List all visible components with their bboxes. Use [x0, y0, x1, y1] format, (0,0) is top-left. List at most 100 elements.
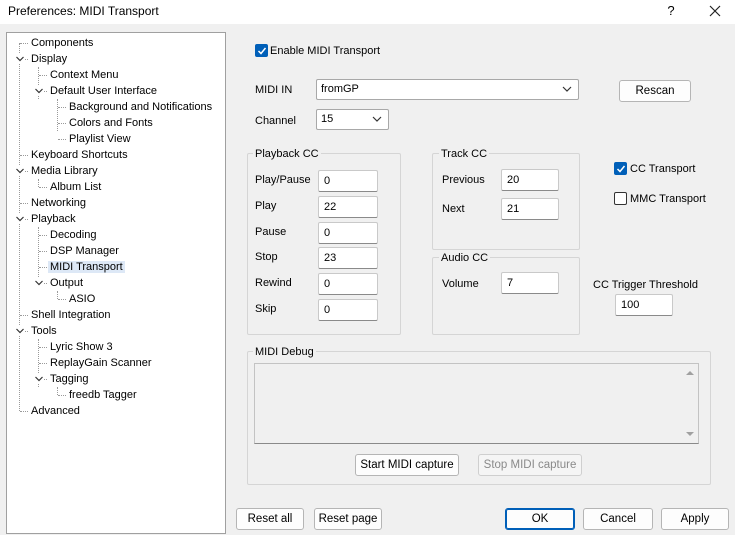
scroll-up-icon[interactable]	[682, 366, 698, 380]
tree-item[interactable]: ReplayGain Scanner	[48, 355, 154, 371]
tree-item-label: Media Library	[31, 165, 98, 177]
playback-cc-field[interactable]: 22	[318, 196, 378, 218]
chevron-down-icon[interactable]	[34, 374, 44, 384]
tree-connector	[58, 139, 66, 140]
cc-transport-label[interactable]: CC Transport	[630, 161, 695, 177]
help-button[interactable]: ?	[659, 0, 683, 22]
tree-connector	[57, 99, 58, 131]
enable-midi-label[interactable]: Enable MIDI Transport	[270, 43, 380, 59]
tree-item[interactable]: Context Menu	[48, 67, 120, 83]
tree-item-label: Advanced	[31, 405, 80, 417]
threshold-field[interactable]: 100	[615, 294, 673, 316]
playback-cc-label: Rewind	[255, 277, 292, 289]
track-next-label: Next	[442, 203, 465, 215]
playback-cc-field[interactable]: 0	[318, 170, 378, 192]
volume-field[interactable]: 7	[501, 272, 559, 294]
tree-item[interactable]: Decoding	[48, 227, 98, 243]
chevron-down-icon[interactable]	[15, 54, 25, 64]
start-capture-button[interactable]: Start MIDI capture	[355, 454, 459, 476]
tree-connector	[39, 75, 47, 76]
playback-cc-label: Play/Pause	[255, 174, 311, 186]
audio-cc-title: Audio CC	[439, 251, 491, 265]
cancel-button[interactable]: Cancel	[583, 508, 653, 530]
playback-cc-label: Pause	[255, 226, 287, 238]
playback-cc-field[interactable]: 0	[318, 299, 378, 321]
tree-item[interactable]: freedb Tagger	[67, 387, 139, 403]
preferences-tree[interactable]: Components Display Context Menu Default Use…	[6, 32, 226, 534]
debug-scrollbar[interactable]	[682, 364, 698, 443]
tree-item[interactable]: Media Library	[29, 163, 100, 179]
tree-item-label: Playback	[31, 213, 76, 225]
tree-item[interactable]: Background and Notifications	[67, 99, 214, 115]
tree-item-label: Shell Integration	[31, 309, 111, 321]
tree-connector	[58, 107, 66, 108]
midi-in-label: MIDI IN	[255, 84, 293, 96]
tree-item[interactable]: Playback	[29, 211, 78, 227]
tree-item[interactable]: Shell Integration	[29, 307, 113, 323]
playback-cc-field[interactable]: 0	[318, 222, 378, 244]
tree-item-label: freedb Tagger	[69, 389, 137, 401]
chevron-down-icon[interactable]	[15, 326, 25, 336]
tree-item[interactable]: Display	[29, 51, 69, 67]
ok-button[interactable]: OK	[505, 508, 575, 530]
tree-connector	[39, 363, 47, 364]
tree-item[interactable]: Output	[48, 275, 85, 291]
tree-item-label: Album List	[50, 181, 102, 193]
tree-item-label: Playlist View	[69, 133, 131, 145]
tree-connector	[57, 291, 58, 299]
chevron-down-icon[interactable]	[34, 86, 44, 96]
tree-item-label: Context Menu	[50, 69, 119, 81]
tree-connector	[58, 395, 66, 396]
tree-item[interactable]: Advanced	[29, 403, 82, 419]
tree-item-label: Tagging	[50, 373, 89, 385]
tree-item[interactable]: DSP Manager	[48, 243, 121, 259]
reset-all-button[interactable]: Reset all	[236, 508, 304, 530]
midi-debug-log[interactable]	[254, 363, 699, 444]
tree-item[interactable]: Album List	[48, 179, 103, 195]
close-button[interactable]	[701, 0, 729, 22]
channel-label: Channel	[255, 115, 296, 127]
tree-item[interactable]: Tools	[29, 323, 59, 339]
chevron-down-icon[interactable]	[34, 278, 44, 288]
reset-page-button[interactable]: Reset page	[314, 508, 382, 530]
midi-in-select[interactable]: fromGP	[316, 79, 579, 100]
tree-item[interactable]: Keyboard Shortcuts	[29, 147, 130, 163]
track-previous-field[interactable]: 20	[501, 169, 559, 191]
mmc-transport-checkbox[interactable]	[614, 192, 627, 205]
tree-item[interactable]: Networking	[29, 195, 88, 211]
close-icon	[709, 5, 721, 17]
cc-transport-checkbox[interactable]	[614, 162, 627, 175]
rescan-button[interactable]: Rescan	[619, 80, 691, 102]
channel-select[interactable]: 15	[316, 109, 389, 130]
chevron-down-icon[interactable]	[15, 214, 25, 224]
tree-item[interactable]: Tagging	[48, 371, 91, 387]
tree-item[interactable]: Colors and Fonts	[67, 115, 155, 131]
enable-midi-checkbox[interactable]	[255, 44, 268, 57]
track-next-field[interactable]: 21	[501, 198, 559, 220]
tree-item[interactable]: Default User Interface	[48, 83, 159, 99]
scroll-down-icon[interactable]	[682, 427, 698, 441]
tree-item-label: Display	[31, 53, 68, 65]
tree-connector	[39, 267, 47, 268]
tree-item[interactable]: Playlist View	[67, 131, 133, 147]
tree-item-label: Colors and Fonts	[69, 117, 153, 129]
tree-item[interactable]: Lyric Show 3	[48, 339, 115, 355]
mmc-transport-label[interactable]: MMC Transport	[630, 191, 706, 207]
midi-debug-title: MIDI Debug	[253, 345, 316, 359]
chevron-down-icon	[562, 86, 572, 92]
tree-connector	[58, 299, 66, 300]
tree-item-label: MIDI Transport	[48, 261, 125, 273]
tree-connector	[20, 203, 28, 204]
playback-cc-field[interactable]: 23	[318, 247, 378, 269]
chevron-down-icon[interactable]	[15, 166, 25, 176]
channel-value: 15	[321, 113, 334, 125]
tree-connector	[19, 43, 20, 411]
apply-button[interactable]: Apply	[661, 508, 729, 530]
tree-item[interactable]: Components	[29, 35, 95, 51]
tree-item[interactable]: ASIO	[67, 291, 97, 307]
tree-item[interactable]: MIDI Transport	[48, 259, 125, 275]
tree-connector	[39, 251, 47, 252]
playback-cc-label: Stop	[255, 251, 278, 263]
playback-cc-field[interactable]: 0	[318, 273, 378, 295]
stop-capture-button[interactable]: Stop MIDI capture	[478, 454, 582, 476]
